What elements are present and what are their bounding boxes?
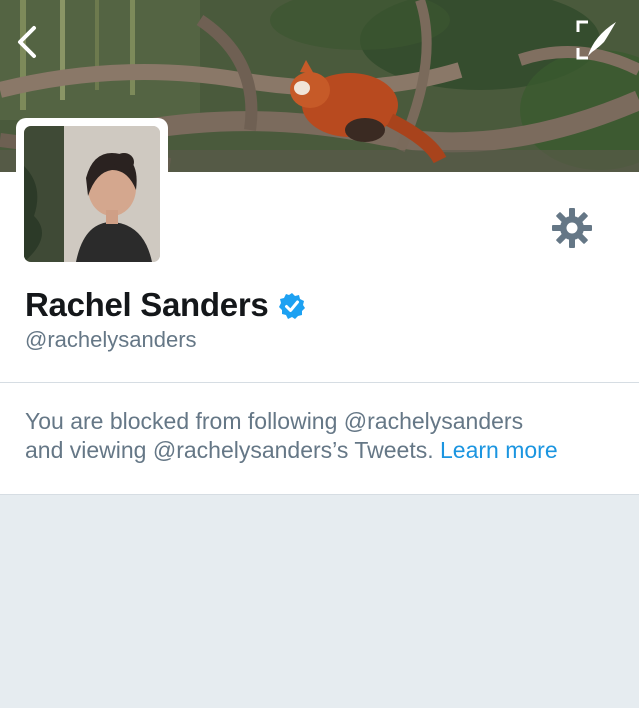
- compose-tweet-button[interactable]: [574, 18, 620, 62]
- verified-badge-icon: [279, 293, 306, 319]
- blocked-message: You are blocked from following @rachelys…: [25, 407, 625, 465]
- learn-more-link[interactable]: Learn more: [440, 437, 558, 463]
- compose-quill-icon: [576, 20, 616, 60]
- display-name: Rachel Sanders: [25, 286, 269, 323]
- profile-handle: @rachelysanders: [25, 327, 197, 352]
- blocked-notice: You are blocked from following @rachelys…: [0, 383, 639, 495]
- back-button[interactable]: [10, 22, 44, 62]
- blocked-message-line1: You are blocked from following @rachelys…: [25, 408, 524, 434]
- blocked-message-line2: and viewing @rachelysanders’s Tweets.: [25, 437, 434, 463]
- avatar-photo: [24, 126, 160, 262]
- avatar[interactable]: [24, 126, 160, 262]
- settings-button[interactable]: [550, 206, 594, 250]
- chevron-left-icon: [18, 26, 36, 58]
- gear-icon: [552, 208, 592, 248]
- avatar-frame: [16, 118, 168, 270]
- name-row: Rachel Sanders: [25, 283, 306, 327]
